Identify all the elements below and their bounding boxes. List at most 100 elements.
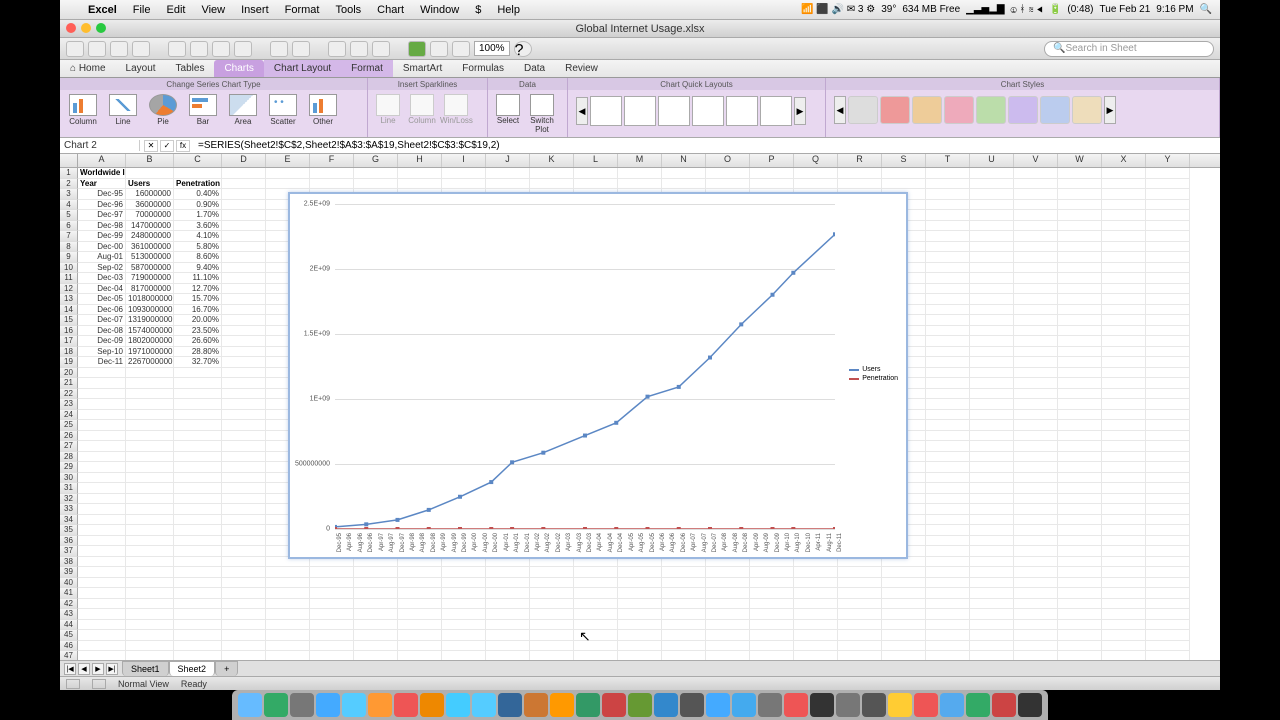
- cell-G1[interactable]: [354, 168, 398, 179]
- cell-U45[interactable]: [970, 630, 1014, 641]
- cell-V1[interactable]: [1014, 168, 1058, 179]
- cell-U22[interactable]: [970, 389, 1014, 400]
- cell-G44[interactable]: [354, 620, 398, 631]
- cell-C15[interactable]: 20.00%: [174, 315, 222, 326]
- cell-W12[interactable]: [1058, 284, 1102, 295]
- cell-Y8[interactable]: [1146, 242, 1190, 253]
- cell-V33[interactable]: [1014, 504, 1058, 515]
- cell-T14[interactable]: [926, 305, 970, 316]
- cell-T3[interactable]: [926, 189, 970, 200]
- cell-L40[interactable]: [574, 578, 618, 589]
- cell-D33[interactable]: [222, 504, 266, 515]
- cell-N46[interactable]: [662, 641, 706, 652]
- row-header-25[interactable]: 25: [60, 420, 78, 431]
- cell-K39[interactable]: [530, 567, 574, 578]
- dock-app-12[interactable]: [550, 693, 574, 717]
- cell-B16[interactable]: 1574000000: [126, 326, 174, 337]
- cell-V34[interactable]: [1014, 515, 1058, 526]
- cell-D36[interactable]: [222, 536, 266, 547]
- cell-F44[interactable]: [310, 620, 354, 631]
- cell-V9[interactable]: [1014, 252, 1058, 263]
- cell-V38[interactable]: [1014, 557, 1058, 568]
- cell-E41[interactable]: [266, 588, 310, 599]
- row-header-46[interactable]: 46: [60, 641, 78, 652]
- cell-C11[interactable]: 11.10%: [174, 273, 222, 284]
- cell-A1[interactable]: Worldwide Internet Users and Percentage …: [78, 168, 126, 179]
- cell-O41[interactable]: [706, 588, 750, 599]
- cell-T40[interactable]: [926, 578, 970, 589]
- col-header-B[interactable]: B: [126, 154, 174, 167]
- ribbon-tab-home[interactable]: Home: [60, 60, 116, 77]
- cell-B20[interactable]: [126, 368, 174, 379]
- cell-R41[interactable]: [838, 588, 882, 599]
- cell-W25[interactable]: [1058, 420, 1102, 431]
- cell-V32[interactable]: [1014, 494, 1058, 505]
- cell-V25[interactable]: [1014, 420, 1058, 431]
- row-header-14[interactable]: 14: [60, 305, 78, 316]
- row-header-34[interactable]: 34: [60, 515, 78, 526]
- cell-U18[interactable]: [970, 347, 1014, 358]
- cell-N40[interactable]: [662, 578, 706, 589]
- cell-I46[interactable]: [442, 641, 486, 652]
- cell-V18[interactable]: [1014, 347, 1058, 358]
- cell-Q46[interactable]: [794, 641, 838, 652]
- cell-X23[interactable]: [1102, 399, 1146, 410]
- cell-D19[interactable]: [222, 357, 266, 368]
- row-header-39[interactable]: 39: [60, 567, 78, 578]
- dock-app-8[interactable]: [446, 693, 470, 717]
- cell-X19[interactable]: [1102, 357, 1146, 368]
- cell-D8[interactable]: [222, 242, 266, 253]
- menu-window[interactable]: Window: [412, 4, 467, 16]
- row-header-15[interactable]: 15: [60, 315, 78, 326]
- cell-H1[interactable]: [398, 168, 442, 179]
- cell-D43[interactable]: [222, 609, 266, 620]
- style-next[interactable]: ▶: [1104, 96, 1116, 124]
- cell-Y40[interactable]: [1146, 578, 1190, 589]
- cell-Y19[interactable]: [1146, 357, 1190, 368]
- cell-D4[interactable]: [222, 200, 266, 211]
- normal-view-button[interactable]: [66, 679, 80, 689]
- cell-V41[interactable]: [1014, 588, 1058, 599]
- chart-type-column[interactable]: Column: [64, 94, 102, 126]
- cell-T27[interactable]: [926, 441, 970, 452]
- tab-last[interactable]: ▶|: [106, 663, 118, 675]
- cell-D29[interactable]: [222, 462, 266, 473]
- cell-U1[interactable]: [970, 168, 1014, 179]
- cell-V6[interactable]: [1014, 221, 1058, 232]
- cell-W38[interactable]: [1058, 557, 1102, 568]
- cell-O42[interactable]: [706, 599, 750, 610]
- cell-C29[interactable]: [174, 462, 222, 473]
- cell-A29[interactable]: [78, 462, 126, 473]
- cell-Y17[interactable]: [1146, 336, 1190, 347]
- cell-Y11[interactable]: [1146, 273, 1190, 284]
- dock-app-22[interactable]: [810, 693, 834, 717]
- cell-S43[interactable]: [882, 609, 926, 620]
- cell-N45[interactable]: [662, 630, 706, 641]
- cell-P41[interactable]: [750, 588, 794, 599]
- ribbon-tab-tables[interactable]: Tables: [166, 60, 215, 77]
- cell-M1[interactable]: [618, 168, 662, 179]
- row-header-29[interactable]: 29: [60, 462, 78, 473]
- row-header-36[interactable]: 36: [60, 536, 78, 547]
- cell-Y37[interactable]: [1146, 546, 1190, 557]
- cell-C28[interactable]: [174, 452, 222, 463]
- cell-K42[interactable]: [530, 599, 574, 610]
- tab-next[interactable]: ▶: [92, 663, 104, 675]
- name-box[interactable]: Chart 2: [60, 140, 140, 151]
- row-header-27[interactable]: 27: [60, 441, 78, 452]
- cell-M40[interactable]: [618, 578, 662, 589]
- cell-I44[interactable]: [442, 620, 486, 631]
- cell-U27[interactable]: [970, 441, 1014, 452]
- cell-B14[interactable]: 1093000000: [126, 305, 174, 316]
- cell-Q40[interactable]: [794, 578, 838, 589]
- cell-Y12[interactable]: [1146, 284, 1190, 295]
- row-header-19[interactable]: 19: [60, 357, 78, 368]
- cell-W8[interactable]: [1058, 242, 1102, 253]
- dock-app-28[interactable]: [966, 693, 990, 717]
- chart-plot-area[interactable]: [335, 204, 835, 529]
- row-header-3[interactable]: 3: [60, 189, 78, 200]
- cell-X20[interactable]: [1102, 368, 1146, 379]
- cell-R39[interactable]: [838, 567, 882, 578]
- tab-first[interactable]: |◀: [64, 663, 76, 675]
- cell-V8[interactable]: [1014, 242, 1058, 253]
